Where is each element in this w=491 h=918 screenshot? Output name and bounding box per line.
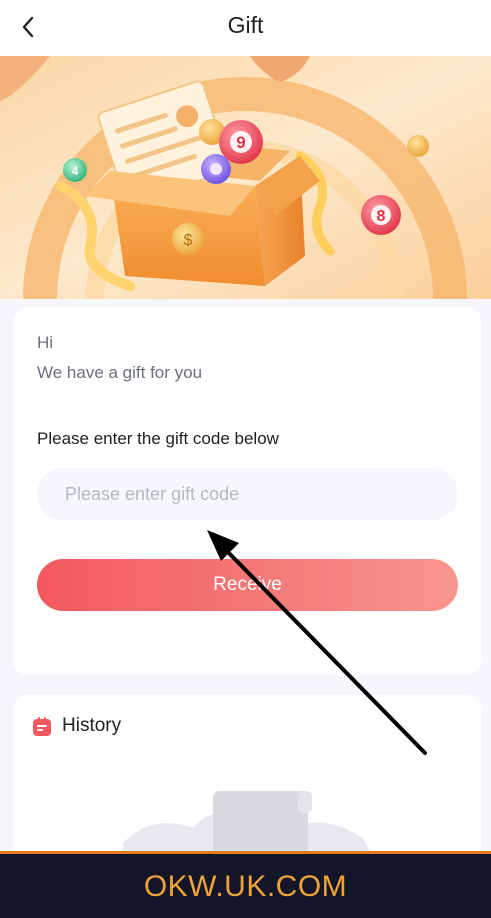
gift-box-illustration: $ 9 4 8 [0,56,491,299]
gift-code-input[interactable] [37,468,458,520]
page-title: Gift [227,12,264,38]
svg-text:4: 4 [72,164,79,178]
history-list-icon [33,717,51,736]
top-bar: Gift [0,0,491,56]
footer-bar: OKW.UK.COM [0,851,491,918]
svg-text:8: 8 [377,208,386,225]
gift-banner: $ 9 4 8 [0,56,491,299]
receive-button[interactable]: Receive [37,559,458,611]
gift-page: Gift $ 9 4 8 Hi We have a gift for you P… [0,0,491,918]
gift-code-card: Hi We have a gift for you Please enter t… [13,307,481,675]
gift-code-label: Please enter the gift code below [37,429,279,448]
history-title: History [62,715,122,736]
gift-message: We have a gift for you [37,363,203,382]
svg-text:$: $ [184,232,193,249]
svg-text:9: 9 [236,133,245,152]
greeting-text: Hi [37,333,54,352]
footer-domain-text: OKW.UK.COM [143,870,348,903]
